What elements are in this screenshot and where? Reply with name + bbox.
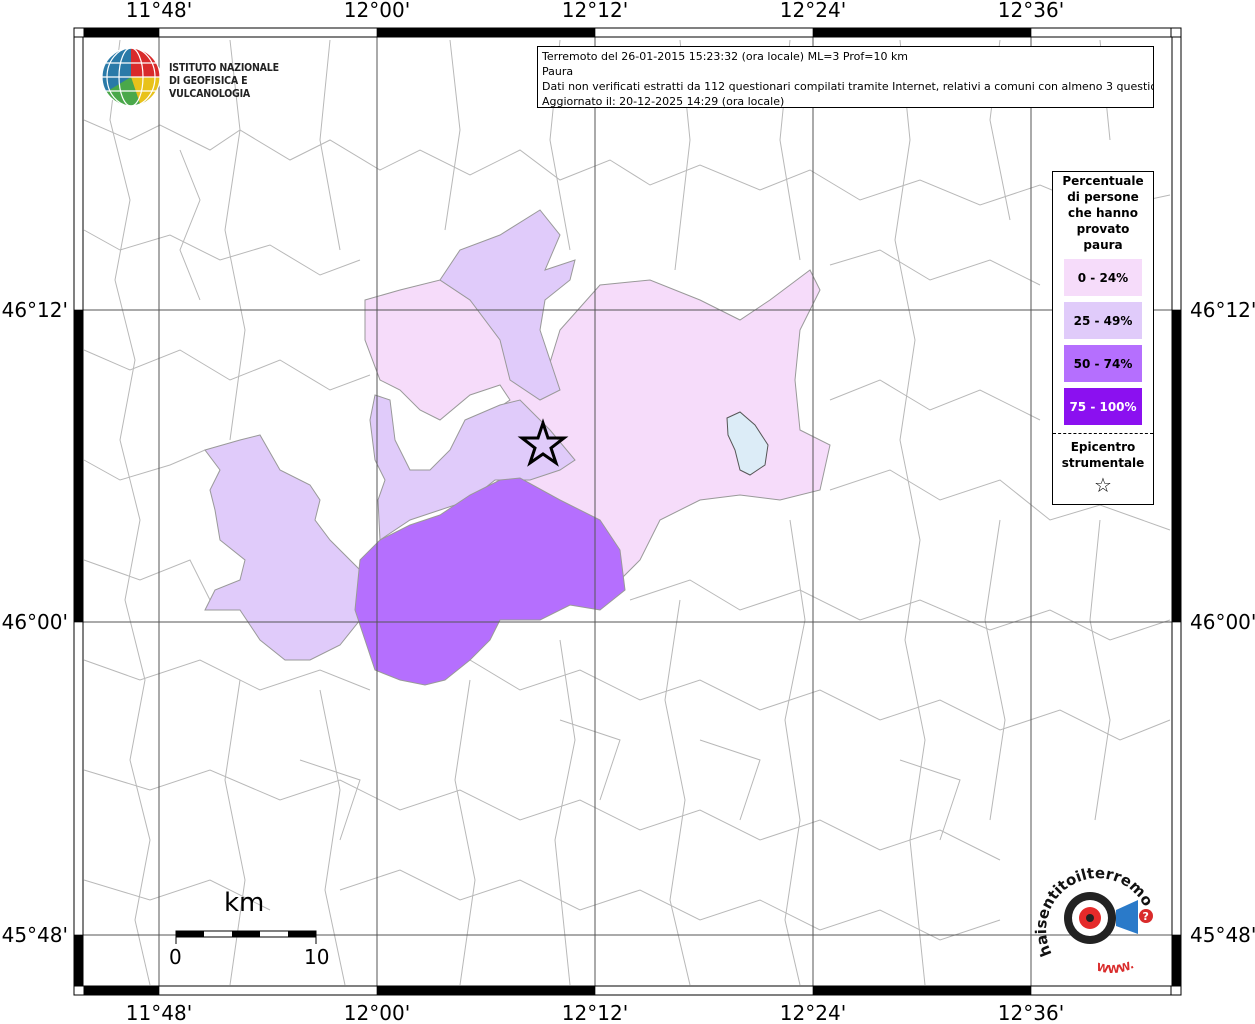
- legend-title: Percentuale di persone che hanno provato…: [1062, 174, 1144, 252]
- legend-star-icon: ☆: [1094, 473, 1112, 497]
- ingv-name: ISTITUTO NAZIONALE DI GEOFISICA E VULCAN…: [169, 62, 330, 101]
- lon-label-top: 12°00': [344, 0, 410, 22]
- legend-swatch-0-24: 0 - 24%: [1064, 259, 1142, 296]
- legend: Percentuale di persone che hanno provato…: [1052, 171, 1154, 505]
- area-25-49-west: [204, 434, 361, 661]
- svg-text:WWW.: WWW.: [1095, 958, 1136, 976]
- ingv-globe-icon: [101, 47, 161, 107]
- scale-unit: km: [224, 888, 265, 918]
- lat-label-right: 46°00': [1190, 610, 1255, 634]
- legend-swatch-75-100: 75 - 100%: [1064, 388, 1142, 425]
- legend-epicenter-label: Epicentro strumentale: [1061, 440, 1145, 470]
- ingv-line-2: DI GEOFISICA E VULCANOLOGIA: [169, 75, 251, 100]
- lon-label-top: 12°24': [780, 0, 846, 22]
- lat-label-left: 46°12': [2, 298, 68, 322]
- lon-label-bottom: 11°48': [126, 1001, 192, 1024]
- haisentito-www: WWW.: [1095, 958, 1136, 976]
- lon-label-bottom: 12°12': [562, 1001, 628, 1024]
- event-info-box: Terremoto del 26-01-2015 15:23:32 (ora l…: [537, 46, 1154, 108]
- haisentito-logo: ? haisentitoilterremoto.it WWW.: [1029, 852, 1172, 976]
- lat-label-right: 46°12': [1190, 298, 1255, 322]
- lon-label-top: 12°12': [562, 0, 628, 22]
- lon-label-top: 11°48': [126, 0, 192, 22]
- lon-label-top: 12°36': [998, 0, 1064, 22]
- map-parameter: Paura: [542, 65, 574, 78]
- lat-label-left: 46°00': [2, 610, 68, 634]
- legend-swatch-50-74: 50 - 74%: [1064, 345, 1142, 382]
- lon-label-bottom: 12°36': [998, 1001, 1064, 1024]
- scale-bar: [175, 930, 317, 944]
- lat-label-left: 45°48': [2, 923, 68, 947]
- event-title: Terremoto del 26-01-2015 15:23:32 (ora l…: [542, 50, 909, 63]
- update-timestamp: Aggiornato il: 20-12-2025 14:29 (ora loc…: [542, 95, 785, 108]
- lon-label-bottom: 12°00': [344, 1001, 410, 1024]
- ingv-logo: ISTITUTO NAZIONALE DI GEOFISICA E VULCAN…: [100, 46, 330, 110]
- lat-label-right: 45°48': [1190, 923, 1255, 947]
- ingv-line-1: ISTITUTO NAZIONALE: [169, 62, 279, 74]
- data-note: Dati non verificati estratti da 112 ques…: [542, 80, 1154, 93]
- haisentito-question: ?: [1143, 910, 1149, 923]
- felt-areas: [204, 209, 831, 686]
- scale-start-label: 0: [169, 945, 182, 969]
- lon-label-bottom: 12°24': [780, 1001, 846, 1024]
- haisentito-logo-icon: ? haisentitoilterremoto.it WWW.: [1029, 852, 1157, 976]
- scale-end-label: 10: [304, 945, 330, 969]
- legend-divider: [1053, 433, 1153, 434]
- legend-swatch-25-49: 25 - 49%: [1064, 302, 1142, 339]
